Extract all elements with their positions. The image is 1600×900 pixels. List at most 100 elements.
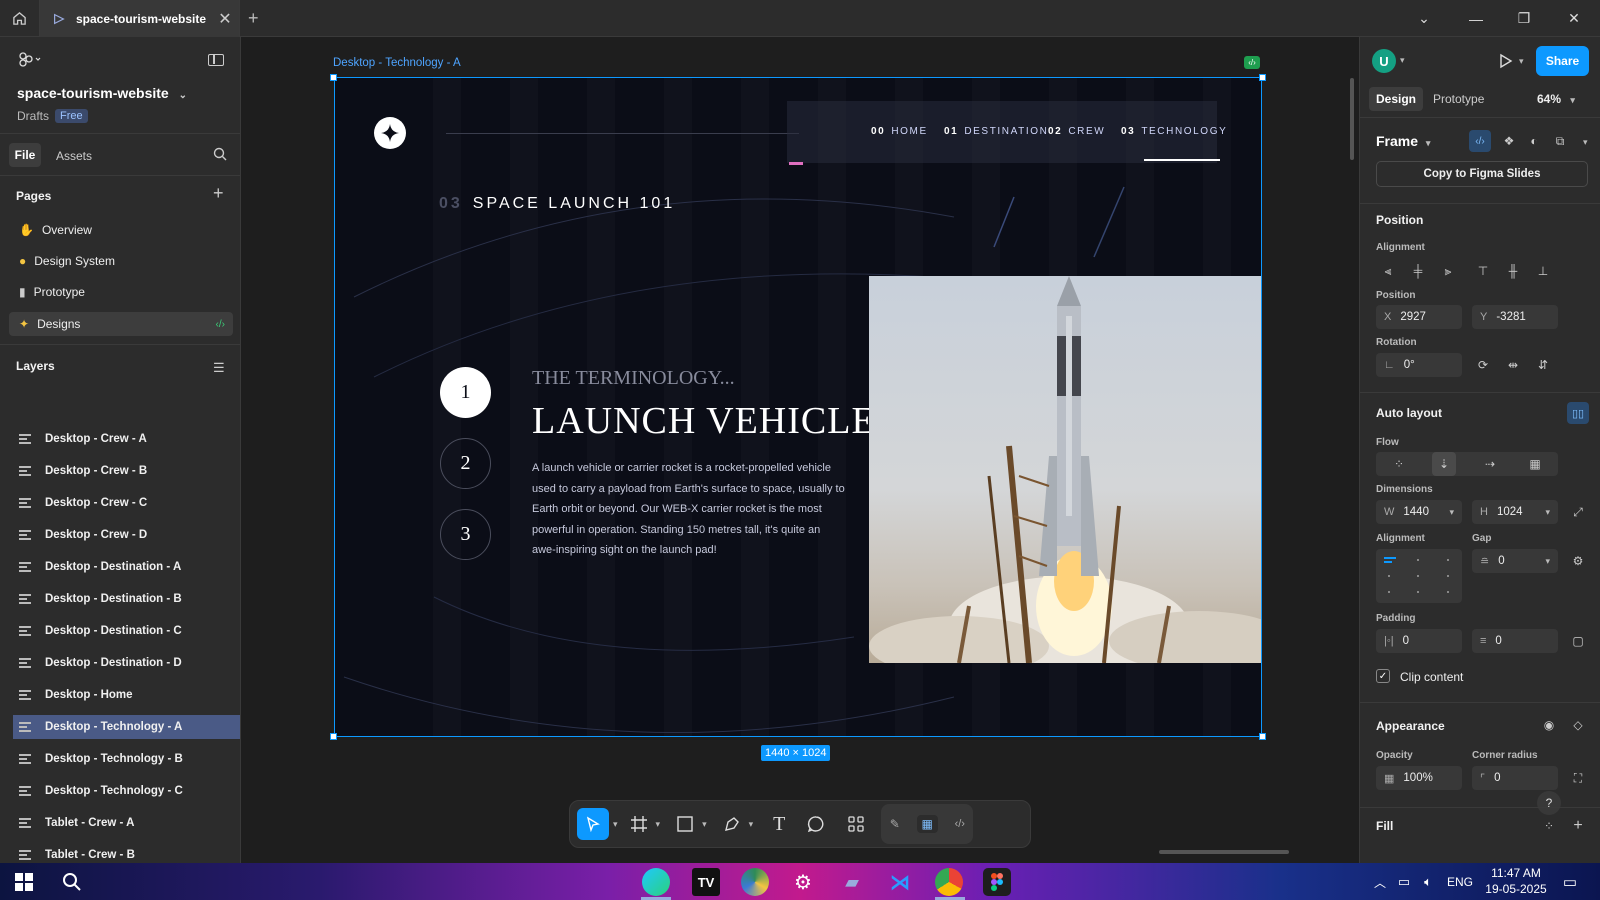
dev-ready-icon[interactable]: ‹/› [1469,130,1491,152]
collapse-layers-icon[interactable]: ☰ [213,360,225,376]
chrome-icon[interactable] [935,868,963,896]
vscode-icon[interactable]: ⋊ [886,868,914,896]
align-right-icon[interactable]: ⫸ [1436,259,1460,283]
clock[interactable]: 11:47 AM 19-05-2025 [1480,865,1552,897]
flow-grid-icon[interactable]: ▦ [1523,452,1547,476]
draw-mode-icon[interactable]: ✎ [890,817,900,831]
resize-handle-br[interactable] [1259,733,1266,740]
horizontal-padding-input[interactable]: |◦| 0 [1376,629,1462,653]
design-mode-icon[interactable]: ▦ [916,815,938,833]
vertical-padding-input[interactable]: ≡ 0 [1472,629,1558,653]
layer-item[interactable]: Tablet - Crew - B [13,843,240,863]
rotate-icon[interactable]: ⟳ [1471,353,1495,377]
share-button[interactable]: Share [1536,46,1589,76]
chevron-down-icon[interactable]: ⌄ [1400,0,1448,37]
opacity-input[interactable]: ▦ 100% [1376,766,1462,790]
page-item-design-system[interactable]: ● Design System [9,249,233,273]
chevron-down-icon[interactable]: ▾ [1545,507,1550,518]
chevron-down-icon[interactable]: ▾ [656,819,661,830]
new-tab-icon[interactable]: + [248,8,259,29]
step-button-2[interactable]: 2 [440,438,491,489]
styles-grid-icon[interactable]: ⁘ [1537,814,1561,838]
layer-item[interactable]: Desktop - Crew - A [13,427,240,451]
copy-to-slides-button[interactable]: Copy to Figma Slides [1376,161,1588,187]
chevron-down-icon[interactable]: ▾ [702,819,707,830]
layer-item[interactable]: Desktop - Crew - B [13,459,240,483]
vertical-scrollbar[interactable] [1350,78,1354,160]
add-page-icon[interactable]: + [213,183,224,204]
rotation-input[interactable]: ∟ 0° [1376,353,1462,377]
zoom-level[interactable]: 64% ▾ [1537,92,1575,106]
chevron-down-icon[interactable]: ▾ [1449,507,1454,518]
file-tab[interactable]: space-tourism-website ✕ [40,0,240,37]
tab-prototype[interactable]: Prototype [1433,92,1484,106]
home-button[interactable] [0,0,40,37]
corner-radius-input[interactable]: ⌜ 0 [1472,766,1558,790]
language-indicator[interactable]: ENG [1447,875,1473,889]
site-nav-item-technology[interactable]: 03 TECHNOLOGY [1121,126,1227,137]
site-nav-item-home[interactable]: 00 HOME [871,126,928,137]
flip-vertical-icon[interactable]: ⇵ [1531,353,1555,377]
pen-tool-icon[interactable] [723,815,741,833]
close-tab-icon[interactable]: ✕ [211,9,239,29]
text-tool-icon[interactable]: T [773,813,785,836]
restore-button[interactable]: ❐ [1500,0,1548,37]
figma-app-icon[interactable] [983,868,1011,896]
edge-browser-icon[interactable] [642,868,670,896]
x-input[interactable]: X 2927 [1376,305,1462,329]
resize-handle-bl[interactable] [330,733,337,740]
minimize-button[interactable]: — [1452,0,1500,37]
file-explorer-icon[interactable]: ▰ [838,868,866,896]
chevron-down-icon[interactable]: ▾ [1519,56,1524,67]
settings-icon[interactable]: ⚙ [789,868,817,896]
eye-icon[interactable]: ◉ [1537,713,1561,737]
add-fill-icon[interactable]: + [1566,814,1590,838]
layer-item[interactable]: Desktop - Destination - D [13,651,240,675]
resize-handle-tr[interactable] [1259,74,1266,81]
layer-item[interactable]: Tablet - Crew - A [13,811,240,835]
tab-assets[interactable]: Assets [56,149,92,163]
autolayout-settings-icon[interactable]: ⚙ [1566,549,1590,573]
site-nav-item-crew[interactable]: 02 CREW [1048,126,1105,137]
clip-content-checkbox[interactable]: ✓ [1376,669,1390,683]
design-frame[interactable]: 00 HOME 01 DESTINATION 02 CREW 03 TECHNOLOGY 03… [334,77,1262,737]
layer-item[interactable]: Desktop - Technology - B [13,747,240,771]
dev-mode-icon[interactable]: ‹/› [955,818,965,830]
figma-menu-icon[interactable] [18,51,42,72]
resize-to-fit-icon[interactable]: ⤢ [1566,500,1590,524]
rectangle-tool-icon[interactable] [676,815,694,833]
layer-item[interactable]: Desktop - Crew - C [13,491,240,515]
align-center-h-icon[interactable]: ╪ [1406,259,1430,283]
layer-item[interactable]: Desktop - Crew - D [13,523,240,547]
flip-horizontal-icon[interactable]: ⇹ [1501,353,1525,377]
frame-label[interactable]: Desktop - Technology - A [333,57,461,69]
toggle-sidebar-icon[interactable] [208,54,224,66]
chevron-down-icon[interactable]: ▾ [613,819,618,830]
align-bottom-icon[interactable]: ⊥ [1531,259,1555,283]
site-nav-item-destination[interactable]: 01 DESTINATION [944,126,1048,137]
tab-file[interactable]: File [9,143,41,167]
avatar[interactable]: U [1372,49,1396,73]
components-tool-icon[interactable] [847,815,865,833]
help-button[interactable]: ? [1537,791,1561,815]
chevron-down-icon[interactable]: ▾ [749,819,754,830]
flow-vertical-icon[interactable]: ⇣ [1432,452,1456,476]
volume-icon[interactable]: 🔈︎ [1414,868,1442,896]
dev-status-icon[interactable]: ‹/› [1244,56,1260,69]
align-center-v-icon[interactable]: ╫ [1501,259,1525,283]
app-icon[interactable] [741,868,769,896]
windows-start-icon[interactable] [10,868,38,896]
independent-corners-icon[interactable]: ⛶ [1566,766,1590,790]
layer-item[interactable]: Desktop - Technology - A [13,715,240,739]
autolayout-toggle-icon[interactable]: ▯▯ [1567,402,1589,424]
gap-input[interactable]: ≘ 0 ▾ [1472,549,1558,573]
layer-item[interactable]: Desktop - Destination - B [13,587,240,611]
file-name[interactable]: space-tourism-website ⌄ [17,85,187,101]
step-button-3[interactable]: 3 [440,509,491,560]
search-icon[interactable] [58,868,86,896]
page-item-overview[interactable]: ✋ Overview [9,218,233,242]
y-input[interactable]: Y -3281 [1472,305,1558,329]
chevron-down-icon[interactable]: ▾ [1400,55,1405,66]
search-icon[interactable] [213,147,227,164]
comment-tool-icon[interactable] [807,815,825,833]
